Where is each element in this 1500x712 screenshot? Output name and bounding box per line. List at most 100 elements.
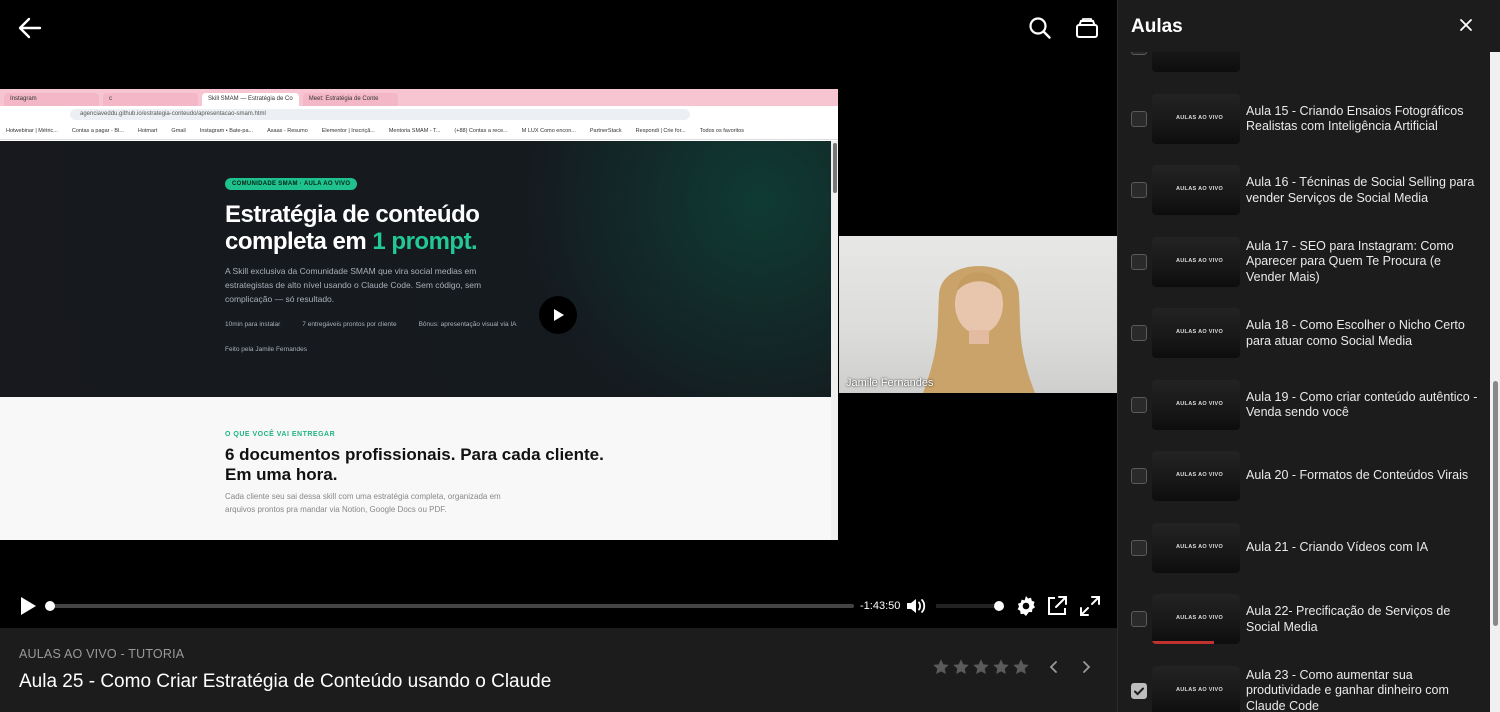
lesson-thumbnail[interactable]: AULAS AO VIVO — [1152, 236, 1240, 287]
lesson-checkbox[interactable] — [1131, 110, 1147, 127]
hero-feature: 7 entregáveis prontos por cliente — [302, 321, 397, 328]
star-icon[interactable] — [992, 658, 1010, 676]
sidebar-lesson-item[interactable]: AULAS AO VIVO Aula 18 - Como Escolher o N… — [1118, 308, 1490, 379]
seek-handle[interactable] — [45, 601, 55, 611]
lesson-thumbnail[interactable]: AULAS AO VIVO — [1152, 379, 1240, 430]
video-player[interactable]: Instagram c Skill SMAM — Estratégia de C… — [0, 0, 1117, 628]
bookmark: Mentoria SMAM - T... — [388, 128, 441, 134]
lesson-title: Aula 19 - Como criar conteúdo autêntico … — [1246, 389, 1478, 420]
hero-paragraph: A Skill exclusiva da Comunidade SMAM que… — [225, 266, 482, 304]
lesson-thumbnail[interactable]: AULAS AO VIVO — [1152, 451, 1240, 501]
star-icon[interactable] — [952, 658, 970, 676]
section-kicker: O QUE VOCÊ VAI ENTREGAR — [225, 431, 336, 438]
sidebar-lesson-item[interactable]: AULAS AO VIVO Aula 21 - Criando Vídeos co… — [1118, 522, 1490, 594]
player-topbar — [0, 0, 1117, 56]
thumbnail-label: AULAS AO VIVO — [1176, 257, 1224, 264]
bookmark: PartnerStack — [589, 128, 622, 134]
hero-features: 10min para instalar 7 entregáveis pronto… — [225, 321, 517, 328]
volume-slider[interactable] — [936, 601, 1004, 611]
lesson-thumbnail[interactable]: AULAS AO VIVO — [1152, 522, 1240, 573]
lesson-checkbox[interactable] — [1131, 253, 1147, 270]
thumbnail-label: AULAS AO VIVO — [1176, 186, 1224, 192]
sidebar-lesson-item[interactable]: AULAS AO VIVO Aula 16 - Técninas de Socia… — [1118, 165, 1490, 236]
bookmark: Respondi | Crie for... — [635, 128, 686, 134]
lesson-thumbnail[interactable]: AULAS AO VIVO — [1152, 308, 1240, 358]
lesson-checkbox[interactable] — [1131, 182, 1147, 198]
stack-icon[interactable] — [1073, 14, 1101, 42]
lesson-title: Aula 18 - Como Escolher o Nicho Certo pa… — [1246, 318, 1465, 348]
thumbnail-label: AULAS AO VIVO — [1176, 686, 1224, 693]
chevron-right-icon[interactable] — [1079, 660, 1093, 674]
seek-bar[interactable] — [45, 601, 854, 611]
lesson-thumbnail[interactable]: AULAS AO VIVO — [1152, 165, 1240, 215]
search-icon[interactable] — [1026, 14, 1054, 42]
bookmark: Contas a pagar - Bl... — [71, 128, 124, 134]
bookmark: Gmail — [171, 128, 186, 134]
sidebar-lesson-item[interactable]: AULAS AO VIVO Aula 23 - Como aumentar sua… — [1118, 665, 1490, 712]
bookmark: Elementor | Inscriçã... — [321, 128, 375, 134]
sidebar-header: Aulas — [1118, 0, 1500, 52]
thumbnail-progress — [1152, 641, 1214, 644]
thumbnail-label: AULAS AO VIVO — [1176, 543, 1224, 550]
section-paragraph: Cada cliente seu sai dessa skill com uma… — [225, 492, 501, 514]
lesson-checkbox[interactable] — [1131, 682, 1147, 699]
arrow-left-icon[interactable] — [16, 14, 44, 42]
sidebar-lesson-item[interactable]: AULAS AO VIVO Aula 15 - Criando Ensaios F… — [1118, 93, 1490, 165]
lesson-checkbox[interactable] — [1131, 468, 1147, 484]
thumbnail-label: AULAS AO VIVO — [1176, 615, 1224, 621]
lesson-checkbox[interactable] — [1131, 325, 1147, 341]
thumbnail-label: AULAS AO VIVO — [1176, 400, 1224, 407]
star-icon[interactable] — [932, 658, 950, 676]
lesson-title: Aula 17 - SEO para Instagram: Como Apare… — [1246, 238, 1454, 284]
breadcrumb: AULAS AO VIVO - TUTORIA — [19, 647, 185, 661]
close-icon[interactable] — [1458, 17, 1474, 33]
fullscreen-icon[interactable] — [1078, 594, 1102, 618]
hero-heading-prefix: completa em — [225, 228, 373, 255]
rating-stars[interactable] — [932, 658, 1030, 676]
hero-pill: COMUNIDADE SMAM · AULA AO VIVO — [225, 178, 358, 190]
bookmark: M LUX Como encon... — [521, 128, 576, 134]
star-icon[interactable] — [1012, 658, 1030, 676]
chevron-left-icon[interactable] — [1047, 660, 1061, 674]
browser-tabbar: Instagram c Skill SMAM — Estratégia de C… — [0, 89, 838, 106]
lesson-thumbnail[interactable]: AULAS AO VIVO — [1152, 93, 1240, 144]
center-play-button[interactable] — [539, 296, 577, 334]
sidebar-lesson-item[interactable]: AULAS AO VIVO Aula 17 - SEO para Instagra… — [1118, 236, 1490, 308]
lesson-thumbnail[interactable]: AULAS AO VIVO — [1152, 665, 1240, 712]
player-controls: -1:43:50 — [0, 590, 1117, 622]
browser-url: agenciaveddu.github.io/estrategia-conteu… — [70, 109, 690, 120]
lessons-sidebar: AULAS AO VIVOAula 14 - Dominando o Notio… — [1117, 0, 1500, 712]
bookmark: Hotwebinar | Métric... — [6, 128, 58, 134]
lesson-title: Aula 16 - Técninas de Social Selling par… — [1246, 175, 1475, 205]
bookmark: (+88) Contas a rece... — [454, 128, 508, 134]
hero-made-by: Feito pela Jamile Fernandes — [225, 346, 308, 353]
browser-tab: Meet: Estratégia de Conte — [302, 93, 398, 106]
sidebar-scroll-thumb[interactable] — [1493, 381, 1498, 626]
star-icon[interactable] — [972, 658, 990, 676]
lesson-title: Aula 22- Precificação de Serviços de Soc… — [1246, 604, 1451, 634]
lesson-checkbox[interactable] — [1131, 611, 1147, 627]
sidebar-lesson-item[interactable]: AULAS AO VIVO Aula 20 - Formatos de Conte… — [1118, 451, 1490, 522]
gear-icon[interactable] — [1014, 594, 1038, 618]
sidebar-scrollbar[interactable] — [1490, 0, 1500, 712]
sidebar-lesson-item[interactable]: AULAS AO VIVO Aula 22- Precificação de Se… — [1118, 594, 1490, 665]
thumbnail-label: AULAS AO VIVO — [1176, 114, 1224, 121]
webcam-feed: Jamile Fernandes — [839, 236, 1117, 393]
thumbnail-label: AULAS AO VIVO — [1176, 472, 1224, 478]
hero-section: COMUNIDADE SMAM · AULA AO VIVO Estratégi… — [0, 141, 832, 397]
lesson-checkbox[interactable] — [1131, 539, 1147, 556]
lesson-checkbox[interactable] — [1131, 396, 1147, 413]
hero-feature: Bônus: apresentação visual via IA — [418, 321, 517, 328]
sidebar-lesson-item[interactable]: AULAS AO VIVO Aula 19 - Como criar conteú… — [1118, 379, 1490, 451]
volume-icon[interactable] — [904, 594, 928, 618]
browser-bookmarks: Hotwebinar | Métric... Contas a pagar - … — [0, 123, 838, 140]
volume-handle[interactable] — [994, 601, 1004, 611]
play-icon[interactable] — [15, 594, 39, 618]
browser-tab: Instagram — [4, 93, 99, 106]
presenter-image — [923, 266, 1035, 393]
external-link-icon[interactable] — [1045, 594, 1069, 618]
screen-share: Instagram c Skill SMAM — Estratégia de C… — [0, 89, 838, 540]
bookmark: Instagram • Bate-pa... — [199, 128, 254, 134]
lesson-thumbnail[interactable]: AULAS AO VIVO — [1152, 594, 1240, 644]
hero-heading-line1: Estratégia de conteúdo — [225, 201, 480, 228]
